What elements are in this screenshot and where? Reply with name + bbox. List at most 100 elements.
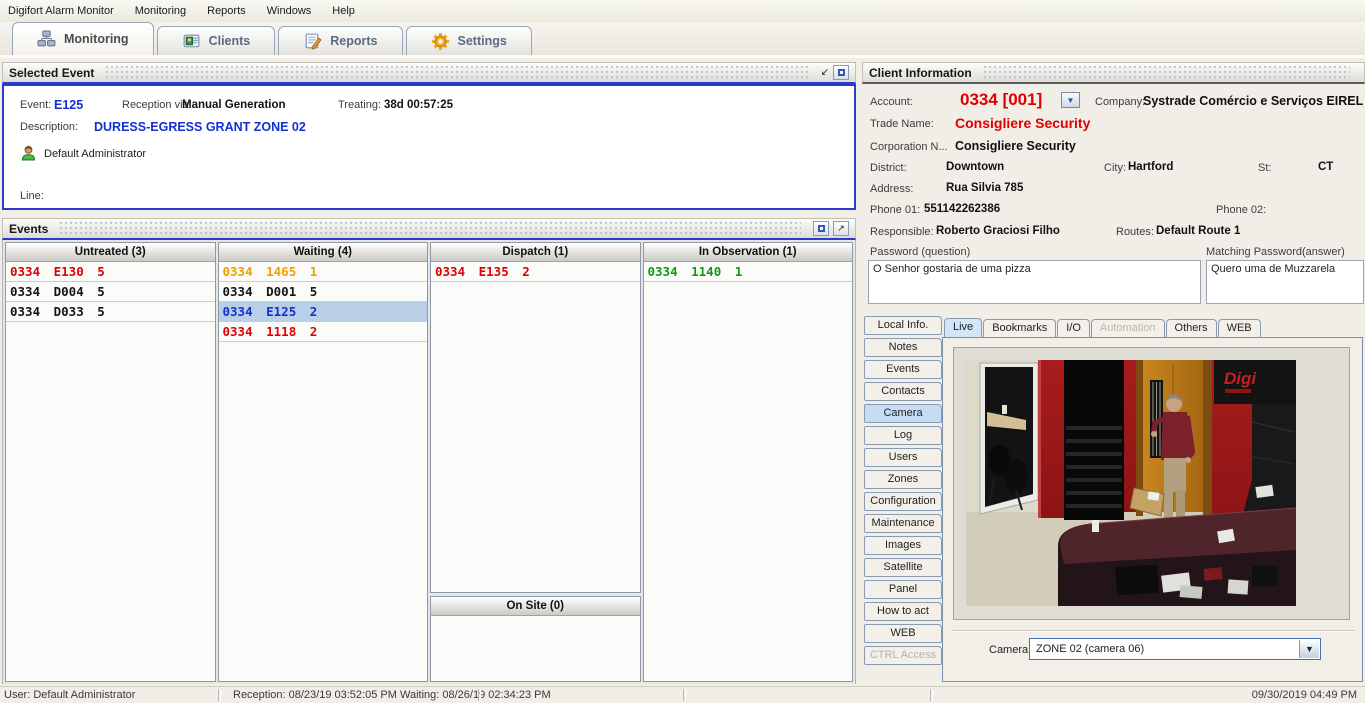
password-question-label: Password (question) <box>870 246 970 258</box>
column-header: Waiting (4) <box>219 243 428 262</box>
event-row[interactable]: 0334 D004 5 <box>6 282 215 302</box>
camera-tab-live[interactable]: Live <box>944 318 982 337</box>
restore-panel-button[interactable] <box>833 65 849 80</box>
event-row[interactable]: 0334 D033 5 <box>6 302 215 322</box>
side-tab-maintenance[interactable]: Maintenance <box>864 514 942 533</box>
side-tab-panel[interactable]: Panel <box>864 580 942 599</box>
side-tab-configuration[interactable]: Configuration <box>864 492 942 511</box>
menu-item-monitoring[interactable]: Monitoring <box>135 5 186 17</box>
camera-tab-bookmarks[interactable]: Bookmarks <box>983 319 1056 337</box>
event-rows: 0334 1465 10334 D001 50334 E125 20334 11… <box>219 262 428 681</box>
side-tab-web[interactable]: WEB <box>864 624 942 643</box>
side-tab-log[interactable]: Log <box>864 426 942 445</box>
operator-name: Default Administrator <box>44 148 146 160</box>
tab-label: Monitoring <box>64 32 129 46</box>
account-value: 0334 [001] <box>960 90 1042 110</box>
side-tab-contacts[interactable]: Contacts <box>864 382 942 401</box>
routes-value: Default Route 1 <box>1156 225 1240 237</box>
side-tab-images[interactable]: Images <box>864 536 942 555</box>
tab-clients[interactable]: Clients <box>157 26 276 55</box>
treating-label: Treating: <box>338 99 381 111</box>
company-value: Systrade Comércio e Serviços EIREL <box>1143 94 1365 108</box>
event-section-untreated-3: Untreated (3)0334 E130 50334 D004 50334 … <box>5 242 216 682</box>
state-label: St: <box>1258 162 1271 174</box>
side-tab-notes[interactable]: Notes <box>864 338 942 357</box>
phone1-label: Phone 01: <box>870 204 920 216</box>
phone2-label: Phone 02: <box>1216 204 1266 216</box>
side-tab-how-to-act[interactable]: How to act <box>864 602 942 621</box>
account-dropdown-button[interactable]: ▼ <box>1061 92 1080 108</box>
camera-tab-i-o[interactable]: I/O <box>1057 319 1090 337</box>
side-tab-zones[interactable]: Zones <box>864 470 942 489</box>
password-question-input[interactable]: O Senhor gostaria de uma pizza <box>868 260 1201 304</box>
column-header: On Site (0) <box>431 597 640 616</box>
svg-text:Digi: Digi <box>1224 369 1257 388</box>
event-row[interactable]: 0334 E125 2 <box>219 302 428 322</box>
menu-item-help[interactable]: Help <box>332 5 355 17</box>
restore-icon <box>818 225 825 232</box>
menu-item-reports[interactable]: Reports <box>207 5 246 17</box>
chevron-down-icon[interactable]: ▼ <box>1299 640 1319 658</box>
side-tab-users[interactable]: Users <box>864 448 942 467</box>
side-tab-ctrl-access: CTRL Access <box>864 646 942 665</box>
divider <box>478 689 481 701</box>
event-row[interactable]: 0334 D001 5 <box>219 282 428 302</box>
tab-monitoring[interactable]: Monitoring <box>12 22 154 55</box>
camera-tab-others[interactable]: Others <box>1166 319 1217 337</box>
state-value: CT <box>1318 161 1333 173</box>
address-label: Address: <box>870 183 913 195</box>
company-label: Company: <box>1095 96 1145 108</box>
camera-selected-option: ZONE 02 (camera 06) <box>1036 643 1144 655</box>
side-tab-local-info[interactable]: Local Info. <box>864 316 942 335</box>
side-tab-events[interactable]: Events <box>864 360 942 379</box>
event-row[interactable]: 0334 E135 2 <box>431 262 640 282</box>
city-label: City: <box>1104 162 1126 174</box>
password-answer-input[interactable]: Quero uma de Muzzarela <box>1206 260 1364 304</box>
left-column: Selected Event ↙ Event: E125 Reception v… <box>2 62 856 684</box>
event-section-in-observation-1: In Observation (1)0334 1140 1 <box>643 242 854 682</box>
camera-select-dropdown[interactable]: ZONE 02 (camera 06) ▼ <box>1029 638 1321 660</box>
status-reception: Reception: 08/23/19 03:52:05 PM <box>233 689 397 701</box>
corporation-value: Consigliere Security <box>955 139 1076 153</box>
side-tab-camera[interactable]: Camera <box>864 404 942 423</box>
event-row[interactable]: 0334 1140 1 <box>644 262 853 282</box>
main-tabs: Monitoring Clients Reports Settings <box>12 22 535 55</box>
corporation-label: Corporation N... <box>870 141 948 153</box>
dock-arrow-icon: ↙ <box>821 67 829 78</box>
maximize-panel-button[interactable]: ↗ <box>833 221 849 236</box>
client-info-header: Client Information <box>862 62 1365 84</box>
description-value: DURESS-EGRESS GRANT ZONE 02 <box>94 120 306 134</box>
event-row[interactable]: 0334 E130 5 <box>6 262 215 282</box>
main-tab-bar: Monitoring Clients Reports Settings <box>0 22 1365 58</box>
side-tab-satellite[interactable]: Satellite <box>864 558 942 577</box>
client-info-panel: Client Information Account: 0334 [001] ▼… <box>862 62 1365 310</box>
status-waiting: Waiting: 08/26/19 02:34:23 PM <box>400 689 551 701</box>
city-value: Hartford <box>1128 161 1173 173</box>
panel-title: Selected Event <box>9 66 106 80</box>
restore-icon <box>838 69 845 76</box>
header-pattern <box>984 66 1350 79</box>
tab-label: Reports <box>330 34 377 48</box>
tab-reports[interactable]: Reports <box>278 26 402 55</box>
events-panel: Events ↗ Untreated (3)0334 E130 50334 D0… <box>2 218 856 684</box>
reception-value: Manual Generation <box>182 99 286 111</box>
address-value: Rua Silvia 785 <box>946 182 1023 194</box>
divider <box>930 689 933 701</box>
panel-title: Events <box>9 222 60 236</box>
menu-item-digifort-alarm-monitor[interactable]: Digifort Alarm Monitor <box>8 5 114 17</box>
divider <box>218 689 221 701</box>
tab-settings[interactable]: Settings <box>406 26 532 55</box>
menu-item-windows[interactable]: Windows <box>267 5 312 17</box>
event-column: Untreated (3)0334 E130 50334 D004 50334 … <box>5 242 216 682</box>
selected-event-panel: Selected Event ↙ Event: E125 Reception v… <box>2 62 856 210</box>
camera-live-image: Digi <box>966 360 1296 606</box>
status-datetime: 09/30/2019 04:49 PM <box>1252 689 1357 701</box>
district-value: Downtown <box>946 161 1004 173</box>
event-row[interactable]: 0334 1118 2 <box>219 322 428 342</box>
event-row[interactable]: 0334 1465 1 <box>219 262 428 282</box>
camera-select-label: Camera: <box>989 644 1031 656</box>
trade-name-label: Trade Name: <box>870 118 934 130</box>
description-label: Description: <box>20 121 78 133</box>
restore-panel-button[interactable] <box>813 221 829 236</box>
camera-tab-web[interactable]: WEB <box>1218 319 1261 337</box>
